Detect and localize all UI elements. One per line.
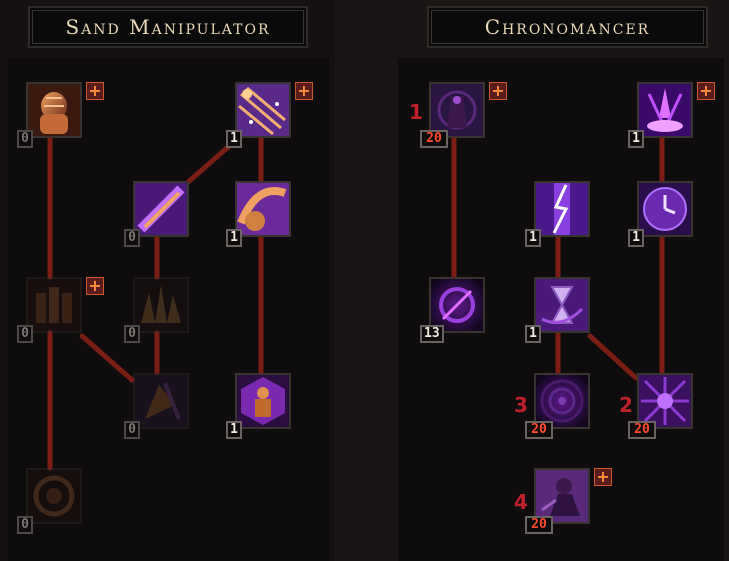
skill-points-count: 20 [420, 130, 448, 148]
skill-points-count: 0 [124, 421, 140, 439]
sand-soldiers-icon [26, 277, 82, 333]
link-r6-r8 [587, 333, 639, 381]
sand-warrior-skill[interactable]: 1 [226, 373, 291, 439]
add-point-button[interactable]: + [295, 82, 313, 100]
sand-vortex-icon [26, 468, 82, 524]
sand-vortex-skill[interactable]: 0 [17, 468, 82, 534]
sand-slash-icon [133, 181, 189, 237]
skill-points-count: 1 [628, 229, 644, 247]
time-vortex-skill[interactable]: 20 3 [514, 373, 590, 439]
sand-wave-skill[interactable]: 1 [226, 181, 291, 247]
sand-soldiers-skill[interactable]: 0 + [17, 277, 104, 343]
sand-warrior-icon [235, 373, 291, 429]
time-rift-icon [637, 82, 693, 138]
sand-burst-icon [235, 82, 291, 138]
learn-order-label: 2 [619, 393, 633, 417]
sand-spikes-skill[interactable]: 0 [124, 277, 189, 343]
skill-points-count: 0 [17, 516, 33, 534]
sand-golem-skill[interactable]: 0 + [17, 82, 104, 148]
skill-points-count: 20 [525, 421, 553, 439]
sand-guard-skill[interactable]: 0 [124, 373, 189, 439]
learn-order-label: 4 [514, 490, 528, 514]
link-l3-l2 [185, 139, 237, 185]
skill-points-count: 20 [525, 516, 553, 534]
skill-points-count: 0 [124, 229, 140, 247]
clock-icon [637, 181, 693, 237]
skill-points-count: 13 [420, 325, 444, 343]
add-point-button[interactable]: + [86, 82, 104, 100]
skill-points-count: 1 [628, 130, 644, 148]
add-point-button[interactable]: + [697, 82, 715, 100]
hourglass-skill[interactable]: 1 [525, 277, 590, 343]
time-rift-skill[interactable]: 1 + [628, 82, 715, 148]
add-point-button[interactable]: + [489, 82, 507, 100]
sand-burst-skill[interactable]: 1 + [226, 82, 313, 148]
time-storm-skill[interactable]: 13 [420, 277, 485, 343]
sand-wave-icon [235, 181, 291, 237]
time-reaper-skill[interactable]: 20 + 1 [409, 82, 507, 148]
add-point-button[interactable]: + [86, 277, 104, 295]
skill-points-count: 20 [628, 421, 656, 439]
skill-points-count: 1 [226, 229, 242, 247]
sand-golem-icon [26, 82, 82, 138]
time-lightning-skill[interactable]: 1 [525, 181, 590, 247]
skill-points-count: 0 [17, 130, 33, 148]
skill-points-count: 0 [17, 325, 33, 343]
learn-order-label: 3 [514, 393, 528, 417]
sand-slash-skill[interactable]: 0 [124, 181, 189, 247]
time-lightning-icon [534, 181, 590, 237]
time-field-skill[interactable]: 20 2 [619, 373, 693, 439]
skill-points-count: 1 [525, 229, 541, 247]
time-clone-skill[interactable]: 20 + 4 [514, 468, 612, 534]
learn-order-label: 1 [409, 100, 423, 124]
sand-spikes-icon [133, 277, 189, 333]
skill-points-count: 1 [525, 325, 541, 343]
skill-links [47, 135, 665, 471]
skill-points-count: 1 [226, 130, 242, 148]
skill-points-count: 0 [124, 325, 140, 343]
clock-skill[interactable]: 1 [628, 181, 693, 247]
sand-guard-icon [133, 373, 189, 429]
hourglass-icon [534, 277, 590, 333]
skill-points-count: 1 [226, 421, 242, 439]
add-point-button[interactable]: + [594, 468, 612, 486]
